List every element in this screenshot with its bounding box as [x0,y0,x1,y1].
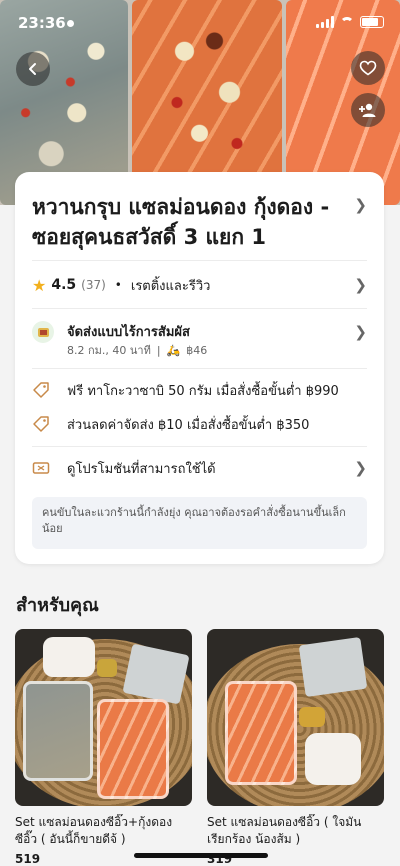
menu-item-image [207,629,384,806]
delivery-info: 8.2 กม., 40 นาที | 🛵 ฿46 [67,341,207,359]
menu-item-name: Set แซลม่อนดองซีอิ๊ว ( ใจมันเรียกร้อง น้… [207,815,362,846]
promo-item[interactable]: ส่วนลดค่าจัดส่ง ฿10 เมื่อสั่งซื้อขั้นต่ำ… [32,413,367,435]
separator-dot: • [114,278,122,292]
status-bar: 23:36 [0,14,400,34]
divider [32,446,367,447]
promo-text: ฟรี ทาโกะวาซาบิ 50 กรัม เมื่อสั่งซื้อขั้… [67,383,339,399]
ticket-icon [32,462,50,474]
battery-icon [360,16,384,28]
delivery-title: จัดส่งแบบไร้การสัมผัส [67,325,190,340]
menu-item-card[interactable]: Set แซลม่อนดองซีอิ๊ว ( ใจมันเรียกร้อง น้… [207,629,384,866]
view-promotions-row[interactable]: ดูโปรโมชันที่สามารถใช้ได้ ❯ [32,457,367,479]
promo-item[interactable]: ฟรี ทาโกะวาซาบิ 50 กรัม เมื่อสั่งซื้อขั้… [32,379,367,401]
rating-count: (37) [81,278,106,292]
delivery-fee: ฿46 [186,343,208,357]
divider [32,308,367,309]
delivery-distance-time: 8.2 กม., 40 นาที [67,344,151,357]
view-promotions-text: ดูโปรโมชันที่สามารถใช้ได้ [67,461,216,477]
divider [32,368,367,369]
store-title-row[interactable]: หวานกรุบ แซลม่อนดอง กุ้งดอง - ซอยสุคนธสว… [32,192,367,252]
section-title-for-you: สำหรับคุณ [16,595,99,616]
rating-link: เรตติ้งและรีวิว [130,278,211,294]
status-time: 23:36 [18,14,66,32]
promo-text: ส่วนลดค่าจัดส่ง ฿10 เมื่อสั่งซื้อขั้นต่ำ… [67,417,310,433]
menu-item-card[interactable]: Set แซลม่อนดองซีอิ๊ว+กุ้งดองซีอิ๊ว ( อัน… [15,629,192,866]
store-info-card: หวานกรุบ แซลม่อนดอง กุ้งดอง - ซอยสุคนธสว… [15,172,384,564]
delivery-icon [32,321,54,343]
recording-dot-icon [67,20,74,27]
chevron-right-icon: ❯ [354,276,367,294]
chevron-right-icon: ❯ [354,196,367,214]
add-user-icon [359,103,376,117]
menu-item-name: Set แซลม่อนดองซีอิ๊ว+กุ้งดองซีอิ๊ว ( อัน… [15,815,173,846]
back-button[interactable] [16,52,50,86]
tag-icon [33,382,49,398]
divider [32,260,367,261]
star-icon: ★ [32,275,47,295]
chevron-right-icon: ❯ [354,459,367,477]
home-indicator [134,853,268,858]
wifi-icon [340,17,354,27]
chevron-left-icon [29,63,36,75]
tag-icon [33,416,49,432]
menu-item-image [15,629,192,806]
rating-row[interactable]: ★ 4.5 (37) • เรตติ้งและรีวิว ❯ [32,272,367,298]
delivery-row[interactable]: จัดส่งแบบไร้การสัมผัส 8.2 กม., 40 นาที |… [32,319,367,359]
status-icons [316,16,384,28]
motorbike-icon: 🛵 [166,343,181,357]
store-title: หวานกรุบ แซลม่อนดอง กุ้งดอง - ซอยสุคนธสว… [32,195,330,249]
rating-value: 4.5 [51,277,77,293]
group-order-button[interactable] [351,93,385,127]
busy-notice: คนขับในละแวกร้านนี้กำลังยุ่ง คุณอาจต้องร… [32,497,367,549]
chevron-right-icon: ❯ [354,323,367,341]
favorite-button[interactable] [351,51,385,85]
heart-icon [359,60,377,76]
signal-icon [316,16,334,28]
